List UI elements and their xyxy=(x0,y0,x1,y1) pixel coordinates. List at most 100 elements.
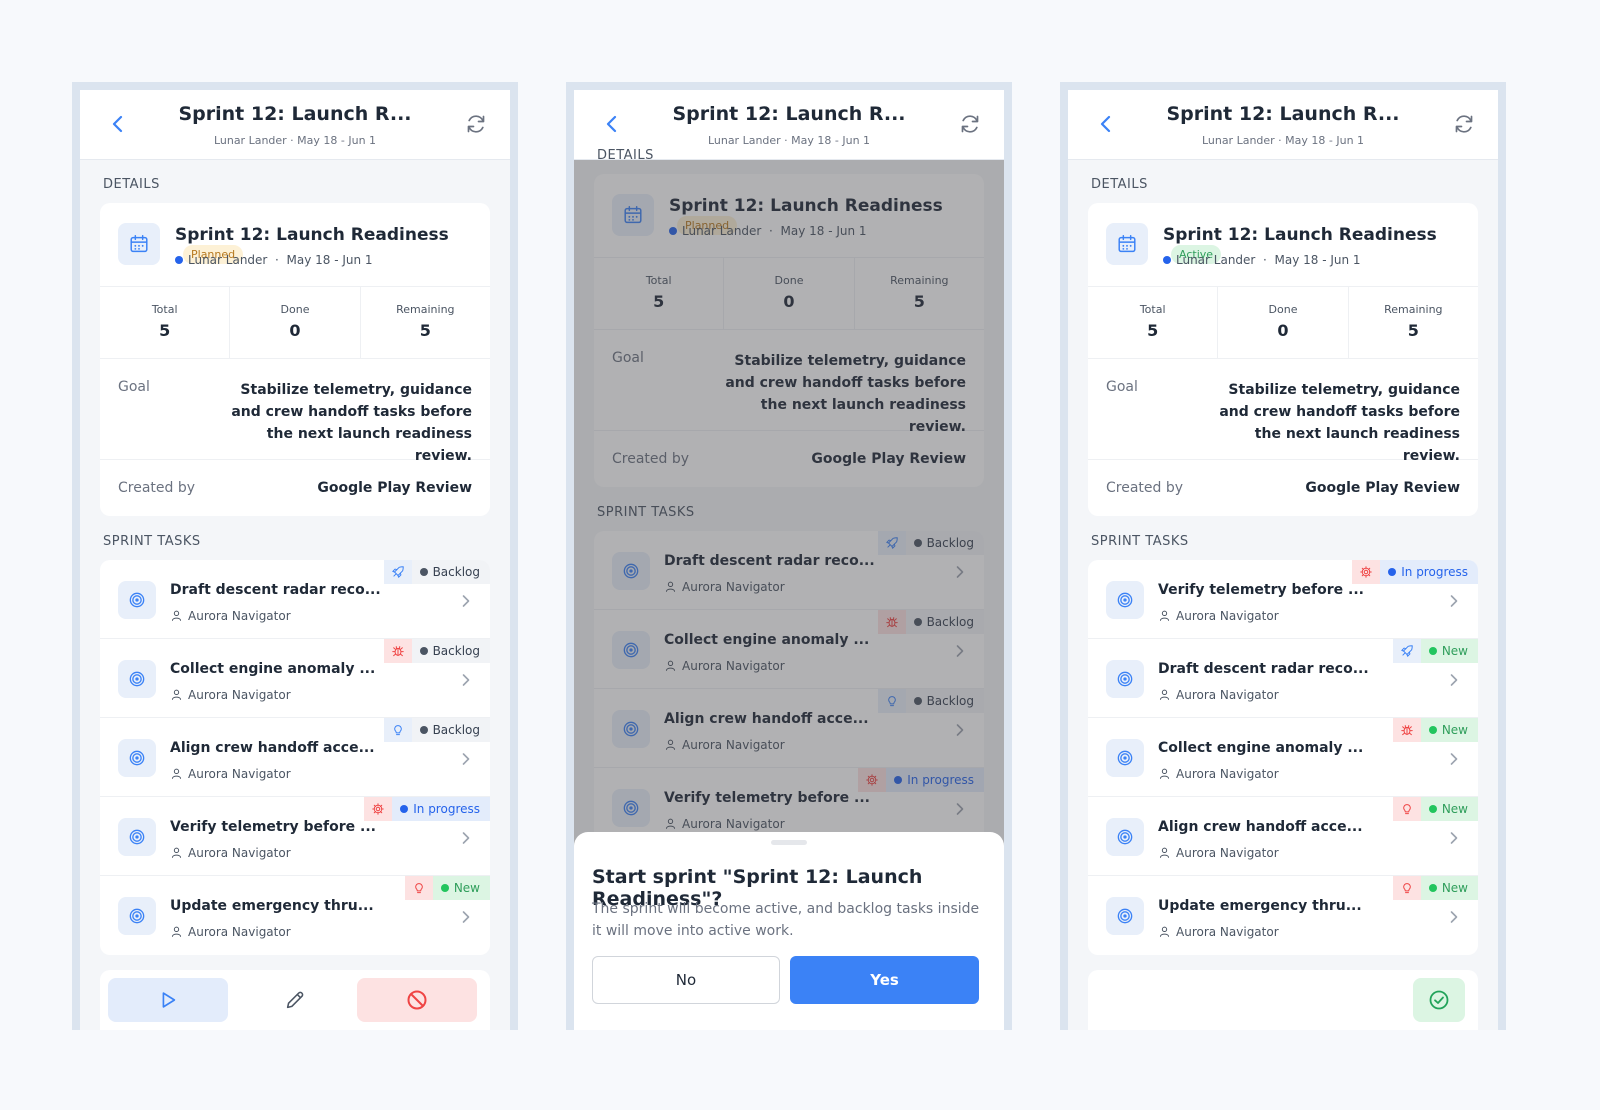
task-status-tag: In progress xyxy=(364,797,490,821)
task-title: Update emergency thru... xyxy=(170,898,374,914)
user-icon xyxy=(170,609,183,622)
created-by-label: Created by xyxy=(1106,480,1184,496)
task-status: Backlog xyxy=(411,718,490,742)
task-row[interactable]: Update emergency thru... Aurora Navigator… xyxy=(1088,876,1478,955)
created-by-row: Created by Google Play Review xyxy=(100,460,490,516)
task-target-icon-tile xyxy=(1106,818,1144,856)
yes-button[interactable]: Yes xyxy=(790,956,979,1004)
task-row[interactable]: Verify telemetry before ... Aurora Naviga… xyxy=(100,797,490,876)
task-title: Verify telemetry before ... xyxy=(1158,582,1364,598)
phone-screen-planned: Sprint 12: Launch R... Lunar Lander · Ma… xyxy=(72,82,518,1030)
user-icon xyxy=(1158,846,1171,859)
user-icon xyxy=(170,688,183,701)
stats-row: Total 5 Done 0 Remaining 5 xyxy=(1088,287,1478,359)
phone-screen-active: Sprint 12: Launch R... Lunar Lander · Ma… xyxy=(1060,82,1506,1030)
sprint-detail-screen: Sprint 12: Launch R... Lunar Lander · Ma… xyxy=(80,90,510,1030)
stats-row: Total 5 Done 0 Remaining 5 xyxy=(100,287,490,359)
sprint-summary: Sprint 12: Launch ReadinessPlanned Lunar… xyxy=(100,203,490,287)
task-row[interactable]: Draft descent radar reco... Aurora Naviga… xyxy=(100,560,490,639)
status-dot xyxy=(1428,884,1437,892)
task-type-tile xyxy=(404,876,433,900)
task-status-text: New xyxy=(1441,802,1468,816)
sprint-detail-screen-dialog: Sprint 12: Launch R... Lunar Lander · Ma… xyxy=(574,90,1004,1030)
project-dot xyxy=(1163,256,1171,264)
task-status: In progress xyxy=(1380,560,1478,584)
chevron-right-icon xyxy=(460,831,472,845)
chevron-right-icon xyxy=(460,594,472,608)
task-type-tile xyxy=(1352,560,1381,584)
task-row[interactable]: Update emergency thru... Aurora Navigator… xyxy=(100,876,490,955)
task-target-icon-tile xyxy=(118,897,156,935)
chevron-right-icon xyxy=(460,673,472,687)
task-row[interactable]: Align crew handoff acce... Aurora Navigat… xyxy=(1088,797,1478,876)
sheet-grab-handle[interactable] xyxy=(771,840,807,845)
refresh-icon[interactable] xyxy=(1452,112,1476,136)
pencil-icon xyxy=(284,989,306,1011)
chevron-right-icon xyxy=(1448,673,1460,687)
refresh-icon[interactable] xyxy=(958,112,982,136)
task-status-text: New xyxy=(1441,881,1468,895)
page-title: Sprint 12: Launch R... xyxy=(178,103,412,125)
created-by-label: Created by xyxy=(118,480,196,496)
page-subtitle: Lunar Lander · May 18 - Jun 1 xyxy=(1201,134,1365,147)
task-row[interactable]: Collect engine anomaly ... Aurora Navigat… xyxy=(1088,718,1478,797)
start-sprint-button[interactable] xyxy=(108,978,228,1022)
task-target-icon-tile xyxy=(118,739,156,777)
task-row[interactable]: Align crew handoff acce... Aurora Navigat… xyxy=(100,718,490,797)
edit-sprint-button[interactable] xyxy=(235,978,355,1022)
lightbulb-icon xyxy=(412,881,426,895)
target-icon xyxy=(1115,827,1135,847)
no-button[interactable]: No xyxy=(592,956,780,1004)
task-assignee: Aurora Navigator xyxy=(1158,925,1279,939)
cancel-sprint-button[interactable] xyxy=(357,978,477,1022)
target-icon xyxy=(1115,590,1135,610)
goal-row: Goal Stabilize telemetry, guidance and c… xyxy=(1088,359,1478,464)
project-name: Lunar Lander xyxy=(1176,253,1256,267)
task-status-text: Backlog xyxy=(432,565,480,579)
stat-done-value: 0 xyxy=(1277,321,1289,340)
assignee-name: Aurora Navigator xyxy=(1176,846,1279,860)
task-status-tag: New xyxy=(1392,718,1478,742)
task-target-icon-tile xyxy=(118,660,156,698)
task-row[interactable]: Draft descent radar reco... Aurora Naviga… xyxy=(1088,639,1478,718)
rocket-icon xyxy=(1400,644,1414,658)
stat-total: Total 5 xyxy=(1088,287,1219,358)
task-type-tile xyxy=(364,797,393,821)
sprint-detail-screen-active: Sprint 12: Launch R... Lunar Lander · Ma… xyxy=(1068,90,1498,1030)
task-type-tile xyxy=(1392,797,1421,821)
task-target-icon-tile xyxy=(1106,739,1144,777)
check-circle-icon xyxy=(1427,988,1451,1012)
details-card: Sprint 12: Launch ReadinessActive Lunar … xyxy=(1088,203,1478,516)
task-type-tile xyxy=(1392,876,1421,900)
rocket-icon xyxy=(391,565,405,579)
task-target-icon-tile xyxy=(118,818,156,856)
assignee-name: Aurora Navigator xyxy=(188,846,291,860)
task-row[interactable]: Collect engine anomaly ... Aurora Navigat… xyxy=(100,639,490,718)
target-icon xyxy=(127,827,147,847)
user-icon xyxy=(170,767,183,780)
refresh-icon[interactable] xyxy=(464,112,488,136)
task-target-icon-tile xyxy=(1106,660,1144,698)
stat-remaining-label: Remaining xyxy=(396,303,455,316)
task-target-icon-tile xyxy=(1106,581,1144,619)
task-row[interactable]: Verify telemetry before ... Aurora Naviga… xyxy=(1088,560,1478,639)
stat-total-value: 5 xyxy=(159,321,171,340)
chevron-right-icon xyxy=(460,910,472,924)
phone-screen-confirm: Sprint 12: Launch R... Lunar Lander · Ma… xyxy=(566,82,1012,1030)
task-title: Update emergency thru... xyxy=(1158,898,1362,914)
sprint-tasks-section-label: SPRINT TASKS xyxy=(1091,534,1189,549)
complete-sprint-button[interactable] xyxy=(1413,978,1465,1022)
stat-done-label: Done xyxy=(1268,303,1298,316)
user-icon xyxy=(1158,609,1171,622)
task-assignee: Aurora Navigator xyxy=(1158,846,1279,860)
status-dot xyxy=(400,805,409,813)
user-icon xyxy=(170,846,183,859)
assignee-name: Aurora Navigator xyxy=(1176,609,1279,623)
task-assignee: Aurora Navigator xyxy=(170,688,291,702)
created-by-value: Google Play Review xyxy=(317,480,472,496)
stat-done-label: Done xyxy=(280,303,310,316)
meta-separator: · xyxy=(1263,253,1267,267)
stat-remaining: Remaining 5 xyxy=(361,287,490,358)
sprint-meta: Lunar Lander · May 18 - Jun 1 xyxy=(1163,253,1361,267)
task-type-tile xyxy=(383,639,412,663)
